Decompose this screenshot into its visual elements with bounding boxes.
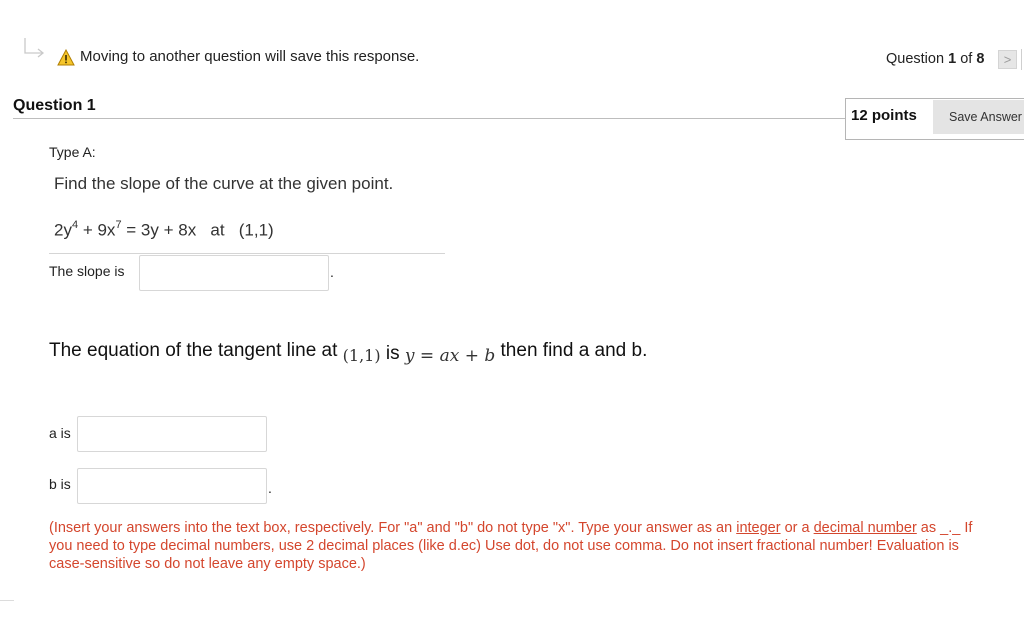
question-navigator: Question 1 of 8 <box>886 51 984 67</box>
question-prompt: Find the slope of the curve at the given… <box>54 174 394 193</box>
return-arrow-icon <box>24 38 45 58</box>
chevron-right-icon: > <box>1003 52 1012 67</box>
b-suffix: . <box>268 480 272 496</box>
curve-equation: 2y4 + 9x7 = 3y + 8x at (1,1) <box>54 219 274 240</box>
question-header-divider <box>13 118 846 119</box>
question-title: Question 1 <box>13 97 96 114</box>
b-label: b is <box>49 476 71 492</box>
decimal-number-link[interactable]: decimal number <box>814 520 917 536</box>
question-points: 12 points <box>851 107 917 124</box>
slope-input[interactable] <box>139 255 329 291</box>
question-of: of <box>960 51 973 67</box>
current-question-number: 1 <box>948 51 957 67</box>
tangent-point: (1,1) <box>342 346 381 365</box>
total-questions: 8 <box>976 51 985 67</box>
nav-divider <box>1021 49 1022 70</box>
answer-instructions: (Insert your answers into the text box, … <box>49 520 973 572</box>
next-question-button[interactable]: > <box>998 50 1017 69</box>
save-answer-button[interactable]: Save Answer <box>933 100 1024 134</box>
equation-divider <box>49 253 445 254</box>
a-label: a is <box>49 425 71 441</box>
b-input[interactable] <box>77 468 267 504</box>
tangent-equation: y = ax + b <box>404 346 496 366</box>
question-type-label: Type A: <box>49 144 96 160</box>
integer-link[interactable]: integer <box>736 520 780 536</box>
save-warning-text: Moving to another question will save thi… <box>80 48 420 65</box>
a-input[interactable] <box>77 416 267 452</box>
slope-suffix: . <box>330 264 334 280</box>
slope-label: The slope is <box>49 263 125 279</box>
left-edge-line <box>0 600 14 601</box>
question-prefix: Question <box>886 51 945 67</box>
warning-icon <box>57 49 75 66</box>
tangent-line-question: The equation of the tangent line at (1,1… <box>49 340 648 366</box>
